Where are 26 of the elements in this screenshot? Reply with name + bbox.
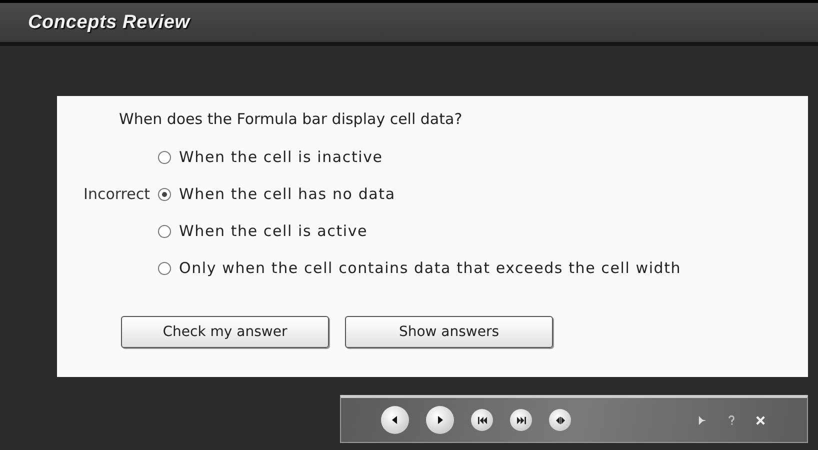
help-icon[interactable] bbox=[728, 414, 735, 426]
skip-forward-button[interactable] bbox=[510, 409, 532, 431]
radio-button[interactable] bbox=[158, 188, 171, 200]
close-icon[interactable] bbox=[756, 416, 765, 424]
next-button[interactable] bbox=[426, 406, 454, 434]
radio-button[interactable] bbox=[158, 150, 171, 164]
option-label[interactable]: When the cell is inactive bbox=[179, 148, 383, 166]
right-triangle-icon bbox=[435, 415, 445, 425]
radio-button[interactable] bbox=[158, 224, 171, 238]
left-triangle-icon bbox=[390, 415, 400, 425]
question-text: When does the Formula bar display cell data? bbox=[119, 110, 464, 128]
previous-button[interactable] bbox=[381, 406, 409, 434]
option-label[interactable]: Only when the cell contains data that exceeds the cell width bbox=[179, 259, 682, 277]
double-arrow-icon bbox=[554, 416, 566, 424]
rewind-button[interactable] bbox=[471, 409, 493, 431]
answer-button[interactable]: Check my answer bbox=[121, 316, 329, 348]
skip-back-icon bbox=[476, 416, 488, 424]
skip-forward-icon bbox=[516, 416, 526, 424]
toggle-button[interactable] bbox=[549, 409, 571, 431]
play-icon[interactable] bbox=[698, 414, 707, 426]
answer-button[interactable]: Show answers bbox=[345, 316, 553, 348]
window-title: Concepts Review bbox=[28, 12, 190, 34]
option-label[interactable]: When the cell has no data bbox=[179, 185, 396, 203]
radio-button[interactable] bbox=[158, 262, 171, 274]
feedback-text: Incorrect bbox=[84, 185, 150, 203]
option-label[interactable]: When the cell is active bbox=[179, 222, 368, 240]
